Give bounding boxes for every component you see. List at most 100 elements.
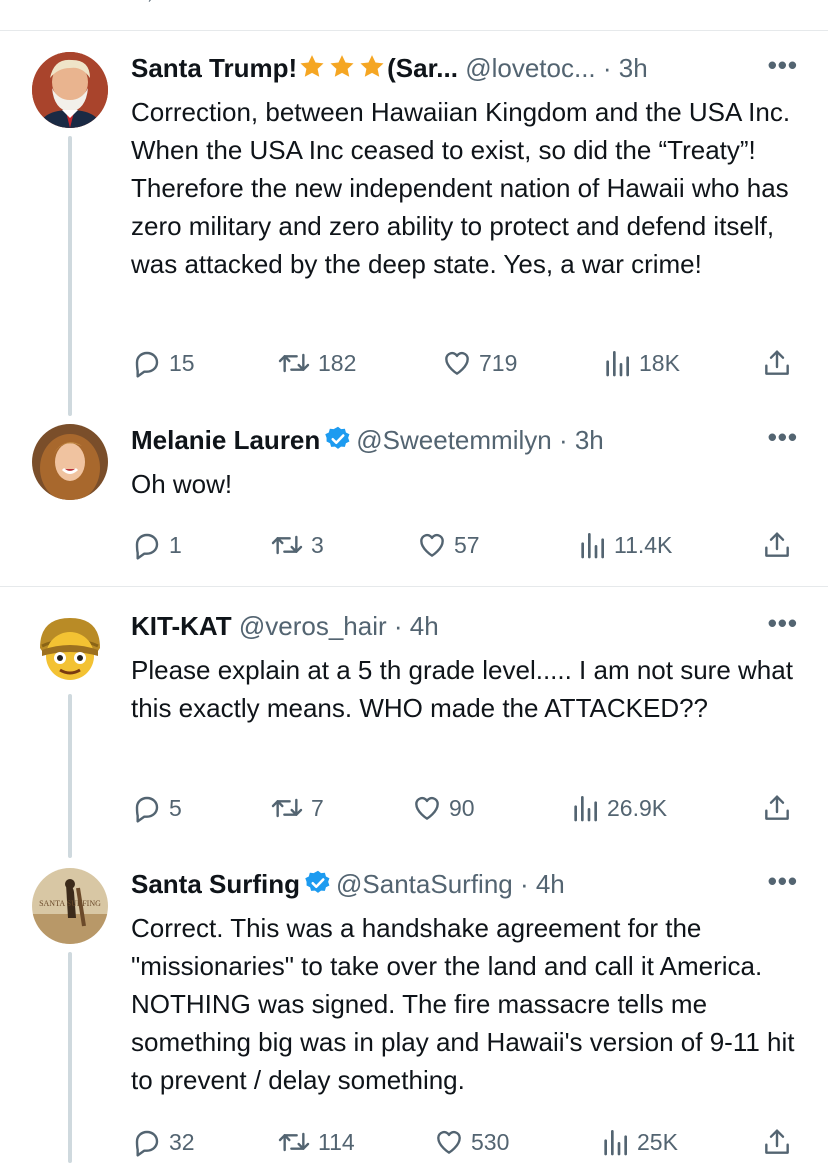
reply-button[interactable]: 32 — [131, 1122, 195, 1162]
views-count: 26.9K — [607, 794, 668, 821]
views-icon — [599, 1126, 631, 1158]
retweet-button[interactable]: 3 — [269, 525, 324, 565]
tweet-santa-surfing[interactable]: SANTA SURFING Santa Surfing @SantaSurfing… — [0, 866, 828, 1163]
share-button[interactable] — [761, 525, 793, 565]
author-name[interactable]: Santa Surfing — [131, 869, 300, 899]
retweet-icon — [276, 347, 312, 379]
action-bar: 15 182 719 18K — [131, 343, 799, 383]
reply-count: 1 — [169, 531, 182, 558]
author-name[interactable]: Santa Trump! — [131, 53, 297, 83]
timestamp[interactable]: · 3h — [559, 425, 604, 455]
tweet-kit-kat[interactable]: KIT-KAT @veros_hair · 4h ••• Please expl… — [0, 608, 828, 858]
verified-badge-icon — [304, 869, 332, 906]
retweet-button[interactable]: 7 — [269, 788, 324, 828]
author-name[interactable]: KIT-KAT — [131, 611, 232, 641]
like-button[interactable]: 719 — [441, 343, 517, 383]
star-icon — [357, 53, 387, 90]
thread-line — [68, 694, 72, 858]
tweet-header: Santa Trump! (Sar... @lovetoc... · 3h — [131, 50, 758, 86]
views-icon — [576, 529, 608, 561]
retweet-count: 7 — [311, 794, 324, 821]
avatar[interactable] — [32, 424, 108, 500]
views-count: 11.4K — [614, 531, 673, 558]
author-name-suffix[interactable]: (Sar... — [387, 53, 458, 83]
like-count: 90 — [449, 794, 475, 821]
share-icon — [761, 347, 793, 379]
star-icon — [297, 53, 327, 90]
tweet-santa-trump[interactable]: Santa Trump! (Sar... @lovetoc... · 3h •••… — [0, 50, 828, 430]
action-bar: 32 114 530 25K — [131, 1122, 799, 1162]
more-options-icon[interactable]: ••• — [768, 50, 798, 80]
heart-icon — [416, 529, 448, 561]
timestamp[interactable]: · 4h — [394, 611, 439, 641]
tweet-text: Please explain at a 5 th grade level....… — [131, 655, 793, 723]
previous-actions-partial: ᐟ ‾ — [148, 0, 765, 10]
views-button[interactable]: 11.4K — [576, 525, 672, 565]
views-button[interactable]: 26.9K — [569, 788, 667, 828]
like-button[interactable]: 57 — [416, 525, 480, 565]
retweet-count: 3 — [311, 531, 324, 558]
thread-line — [68, 952, 72, 1163]
retweet-count: 182 — [318, 349, 357, 376]
more-options-icon[interactable]: ••• — [768, 866, 798, 896]
tweet-header: KIT-KAT @veros_hair · 4h — [131, 608, 758, 644]
more-options-icon[interactable]: ••• — [768, 422, 798, 452]
views-icon — [569, 792, 601, 824]
tweet-text: Correction, between Hawaiian Kingdom and… — [131, 97, 791, 279]
reply-count: 32 — [169, 1128, 195, 1155]
retweet-icon — [276, 1126, 312, 1158]
heart-icon — [433, 1126, 465, 1158]
retweet-button[interactable]: 182 — [276, 343, 356, 383]
heart-icon — [441, 347, 473, 379]
views-button[interactable]: 25K — [599, 1122, 678, 1162]
share-icon — [761, 529, 793, 561]
tweet-header: Santa Surfing @SantaSurfing · 4h — [131, 866, 758, 902]
timestamp[interactable]: · 4h — [520, 869, 565, 899]
tweet-text: Oh wow! — [131, 469, 233, 499]
heart-icon — [411, 792, 443, 824]
share-icon — [761, 792, 793, 824]
views-button[interactable]: 18K — [601, 343, 680, 383]
retweet-count: 114 — [318, 1128, 355, 1155]
views-icon — [601, 347, 633, 379]
reply-button[interactable]: 1 — [131, 525, 182, 565]
share-button[interactable] — [761, 1122, 793, 1162]
reply-icon — [131, 792, 163, 824]
thread-line — [68, 136, 72, 416]
reply-button[interactable]: 15 — [131, 343, 195, 383]
reply-count: 5 — [169, 794, 182, 821]
reply-count: 15 — [169, 349, 195, 376]
reply-icon — [131, 1126, 163, 1158]
more-options-icon[interactable]: ••• — [768, 608, 798, 638]
retweet-icon — [269, 529, 305, 561]
retweet-button[interactable]: 114 — [276, 1122, 355, 1162]
divider — [0, 30, 828, 31]
reply-button[interactable]: 5 — [131, 788, 182, 828]
avatar-logo-text: SANTA SURFING — [39, 899, 101, 908]
verified-badge-icon — [324, 425, 352, 462]
avatar[interactable] — [32, 52, 108, 128]
tweet-melanie-lauren[interactable]: Melanie Lauren @Sweetemmilyn · 3h ••• Oh … — [0, 422, 828, 582]
like-button[interactable]: 90 — [411, 788, 475, 828]
like-count: 57 — [454, 531, 480, 558]
tweet-text: Correct. This was a handshake agreement … — [131, 913, 795, 1095]
author-handle[interactable]: @lovetoc... — [465, 53, 595, 83]
tweet-header: Melanie Lauren @Sweetemmilyn · 3h — [131, 422, 758, 458]
timestamp[interactable]: · 3h — [603, 53, 648, 83]
views-count: 25K — [637, 1128, 678, 1155]
views-count: 18K — [639, 349, 680, 376]
author-handle[interactable]: @SantaSurfing — [336, 869, 513, 899]
author-handle[interactable]: @Sweetemmilyn — [356, 425, 551, 455]
author-handle[interactable]: @veros_hair — [239, 611, 387, 641]
star-icon — [327, 53, 357, 90]
retweet-icon — [269, 792, 305, 824]
share-button[interactable] — [761, 788, 793, 828]
avatar[interactable] — [32, 610, 108, 686]
reply-icon — [131, 529, 163, 561]
action-bar: 5 7 90 26.9K — [131, 788, 799, 828]
share-button[interactable] — [761, 343, 793, 383]
avatar[interactable]: SANTA SURFING — [32, 868, 108, 944]
author-name[interactable]: Melanie Lauren — [131, 425, 320, 455]
like-button[interactable]: 530 — [433, 1122, 509, 1162]
reply-icon — [131, 347, 163, 379]
